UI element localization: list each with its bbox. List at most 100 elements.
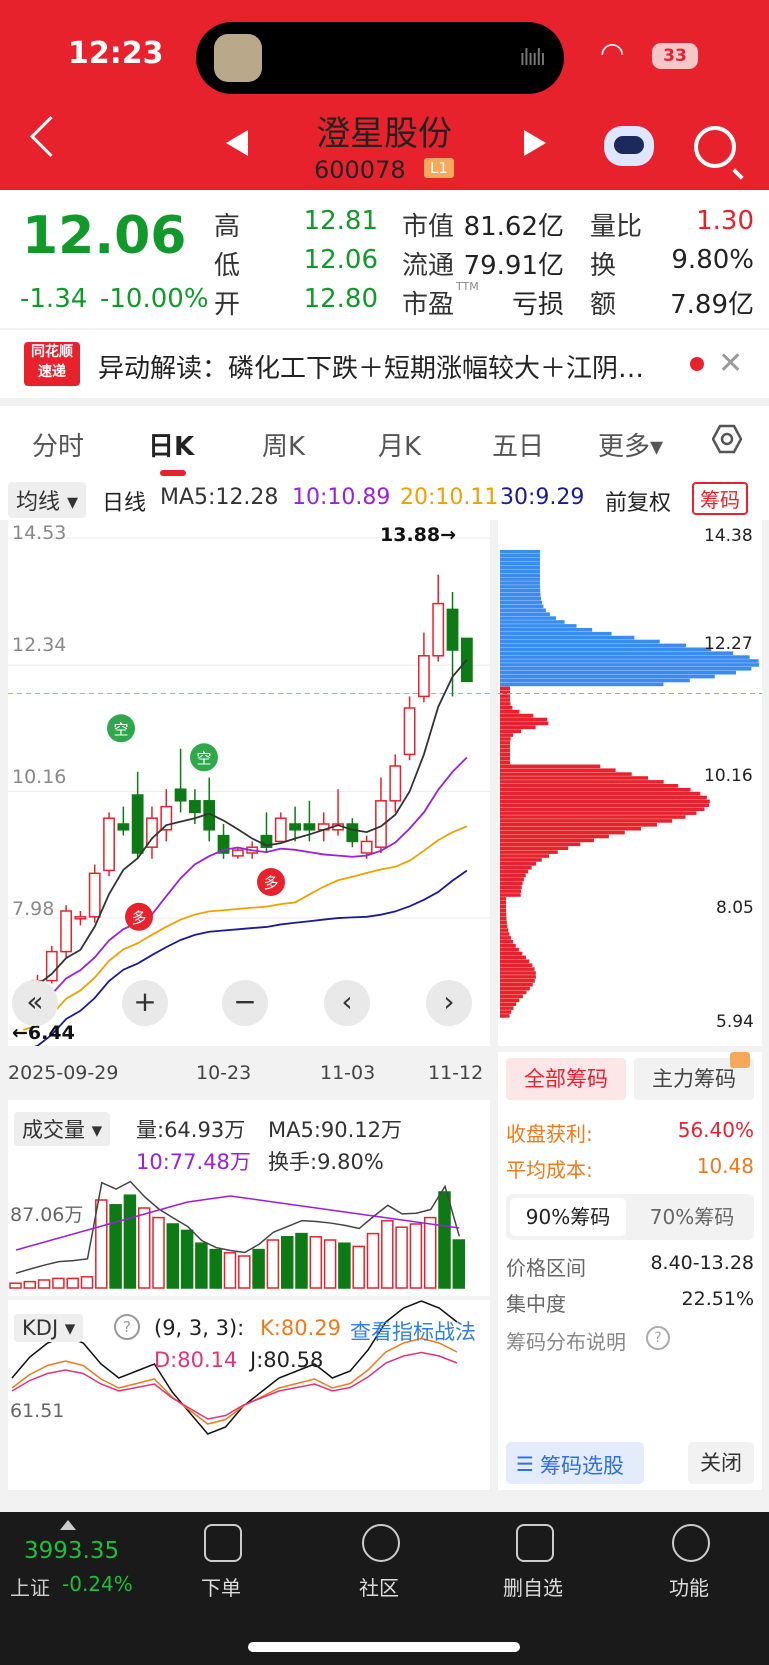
close-chip-button[interactable]: 关闭 — [688, 1442, 754, 1484]
candle-body — [103, 817, 115, 872]
level-badge: L1 — [424, 158, 454, 178]
chip-bar — [500, 791, 701, 796]
chip-select-button[interactable]: ☰ 筹码选股 — [506, 1442, 644, 1484]
scroll-left-icon[interactable]: ‹ — [324, 980, 370, 1026]
tab-daily-k[interactable]: 日K — [148, 426, 194, 463]
chip-bar — [500, 893, 521, 897]
help-icon[interactable]: ? — [646, 1326, 670, 1350]
candle-body — [60, 910, 72, 953]
tab-five-day[interactable]: 五日 — [492, 426, 544, 463]
list-icon: ☰ — [516, 1452, 534, 1476]
bottom-community[interactable]: 社区 — [334, 1572, 424, 1601]
search-icon[interactable] — [694, 126, 736, 168]
chip-desc-link[interactable]: 筹码分布说明 — [506, 1326, 626, 1355]
high-label: 高 — [214, 212, 241, 242]
adjust-mode[interactable]: 前复权 — [605, 485, 671, 517]
candle-body — [88, 872, 101, 918]
candle-body — [131, 794, 144, 854]
chip-bar — [500, 737, 511, 741]
zoom-out-icon[interactable]: − — [222, 980, 268, 1026]
kdj-selector[interactable]: KDJ ▾ — [14, 1314, 84, 1342]
indicator-type-select[interactable]: 均线 ▾ — [8, 482, 87, 518]
candle-body — [174, 788, 187, 802]
chip-bar — [500, 709, 520, 714]
candle-body — [346, 823, 359, 843]
close-icon[interactable]: ✕ — [718, 346, 743, 381]
order-icon[interactable] — [204, 1524, 242, 1562]
remove-watchlist-icon[interactable] — [516, 1524, 554, 1562]
chip-bar — [500, 830, 625, 835]
x-label-2: 10-23 — [196, 1062, 252, 1084]
bottom-remove-watchlist[interactable]: 删自选 — [488, 1572, 578, 1601]
stock-code: 600078 — [314, 156, 406, 184]
chip-bar — [500, 589, 541, 593]
zoom-in-icon[interactable]: + — [122, 980, 168, 1026]
chip-bar — [500, 596, 542, 601]
chip-bar — [500, 1014, 510, 1018]
tab-timeshare[interactable]: 分时 — [32, 426, 84, 463]
next-stock-icon[interactable] — [524, 130, 546, 156]
chip-bar — [500, 616, 556, 620]
chip-bar — [500, 659, 759, 663]
volume-bar — [80, 1276, 94, 1289]
tab-90-chips[interactable]: 90%筹码 — [510, 1198, 626, 1236]
chip-ylabel-1: 14.38 — [704, 526, 753, 546]
candle-body — [74, 916, 87, 920]
chip-bar — [500, 569, 541, 574]
candle-body — [189, 800, 201, 814]
pe-value: 亏损 — [511, 290, 564, 320]
tab-70-chips[interactable]: 70%筹码 — [634, 1198, 750, 1236]
chip-bar — [500, 643, 687, 648]
tab-more[interactable]: 更多▾ — [598, 426, 663, 463]
chip-bar — [500, 772, 632, 776]
rewind-icon[interactable]: « — [12, 980, 58, 1026]
mcap-label: 市值 — [402, 212, 455, 242]
chip-bar — [500, 990, 527, 995]
robot-assistant-icon[interactable] — [604, 126, 654, 166]
volume-selector[interactable]: 成交量 ▾ — [14, 1112, 111, 1146]
scroll-right-icon[interactable]: › — [426, 980, 472, 1026]
price-range-label: 价格区间 — [506, 1256, 586, 1280]
prev-stock-icon[interactable] — [226, 130, 248, 156]
bottom-functions[interactable]: 功能 — [644, 1572, 734, 1601]
chip-bar — [500, 631, 612, 636]
kline-panel[interactable]: 空空多多 — [8, 520, 490, 1052]
chip-bar — [500, 842, 581, 847]
expand-up-icon[interactable] — [60, 1520, 76, 1530]
tab-monthly-k[interactable]: 月K — [378, 426, 421, 463]
volume-bar — [152, 1216, 165, 1289]
volume-bar — [209, 1248, 222, 1289]
chip-bar — [500, 979, 535, 983]
index-value[interactable]: 3993.35 — [24, 1538, 119, 1564]
tab-all-chips[interactable]: 全部筹码 — [506, 1058, 626, 1100]
help-icon[interactable]: ? — [114, 1314, 140, 1340]
candle-body — [446, 608, 459, 651]
chip-bar — [500, 577, 541, 581]
chip-bar — [500, 967, 535, 971]
menu-icon[interactable] — [672, 1524, 710, 1562]
chip-toggle-button[interactable]: 筹码 — [692, 482, 748, 515]
k-low-mark: ←6.44 — [12, 1022, 75, 1044]
chip-bar — [500, 550, 540, 554]
community-icon[interactable] — [362, 1524, 400, 1562]
price-range-value: 8.40-13.28 — [650, 1252, 754, 1274]
volume-bar — [180, 1229, 194, 1289]
candle-body — [432, 602, 445, 657]
volume-turnover: 换手:9.80% — [268, 1150, 384, 1174]
chip-bar — [500, 768, 616, 772]
kdj-strategy-link[interactable]: 查看指标战法 — [350, 1316, 476, 1346]
turnover-label: 换 — [590, 251, 617, 281]
tab-weekly-k[interactable]: 周K — [262, 426, 305, 463]
settings-hex-icon[interactable] — [712, 424, 742, 454]
volume-bar — [352, 1245, 365, 1289]
chip-bar — [500, 975, 536, 979]
chip-bar — [500, 877, 524, 882]
volume-ratio-value: 1.30 — [696, 206, 754, 236]
bottom-order[interactable]: 下单 — [176, 1572, 266, 1601]
news-text[interactable]: 异动解读：磷化工下跌＋短期涨幅较大＋江阴… — [98, 348, 668, 385]
kdj-j: J:80.58 — [250, 1348, 324, 1372]
chip-bar — [500, 838, 594, 843]
chip-ylabel-3: 10.16 — [704, 766, 753, 786]
chip-bar — [500, 971, 536, 975]
chip-bar — [500, 826, 642, 831]
